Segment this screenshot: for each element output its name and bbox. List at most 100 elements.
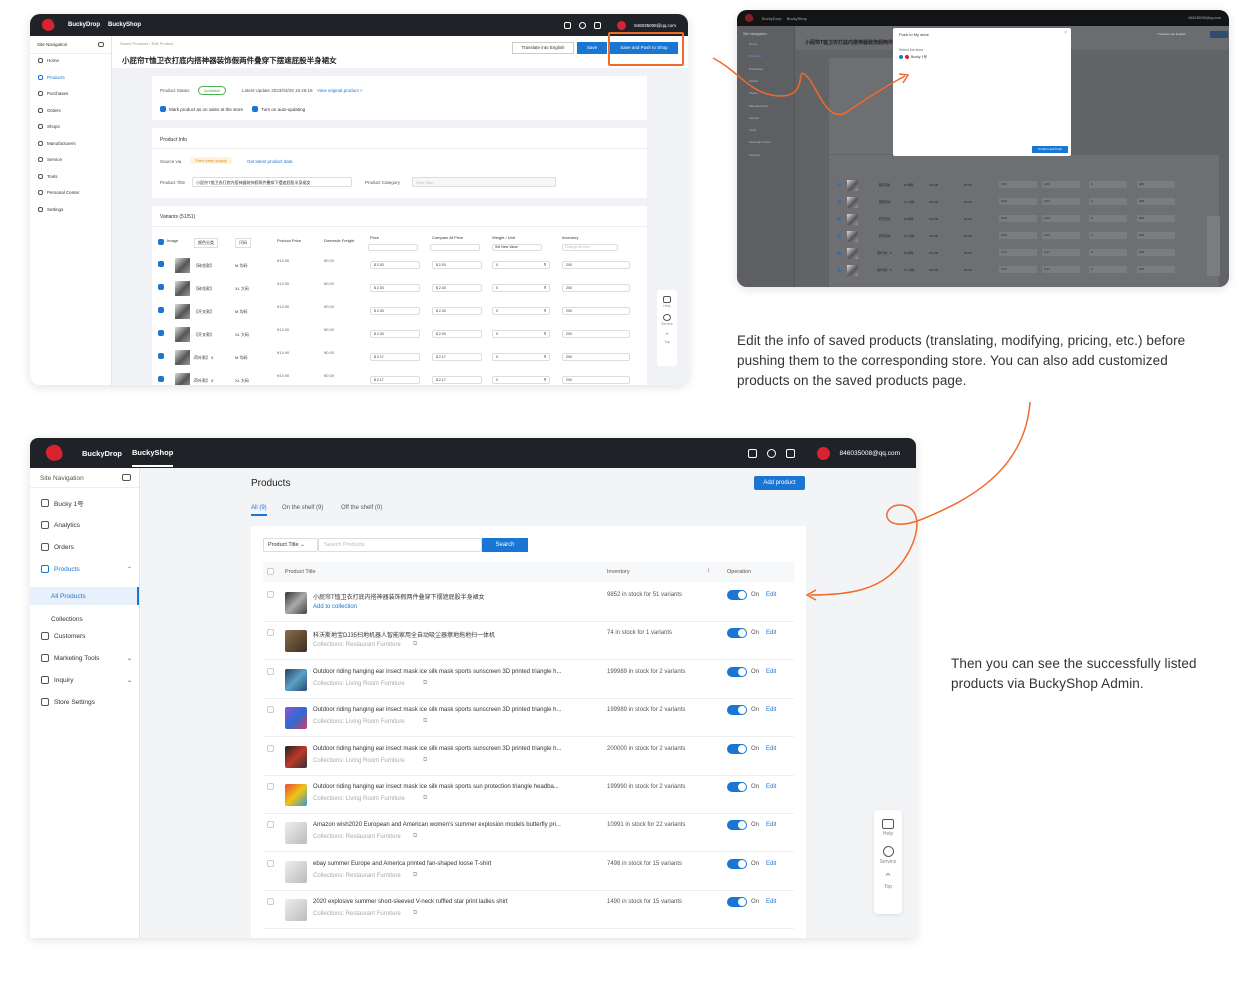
help-label[interactable]: Help <box>657 304 677 308</box>
shelf-toggle[interactable] <box>727 820 747 831</box>
weight-input[interactable]: 0 <box>492 353 550 361</box>
compare-price-select[interactable] <box>430 244 480 251</box>
shelf-toggle[interactable] <box>727 858 747 869</box>
store-selector[interactable]: Bucky 1号 <box>41 498 84 508</box>
product-title[interactable]: ebay summer Europe and America printed f… <box>313 861 491 867</box>
headset-icon[interactable] <box>882 846 894 857</box>
book-icon[interactable] <box>882 819 894 829</box>
table-row[interactable]: 2020 explosive summer short-sleeved V-ne… <box>263 891 794 930</box>
help-label[interactable]: Help <box>874 831 902 837</box>
service-label[interactable]: Service <box>657 322 677 326</box>
external-link-icon[interactable]: ⧉ <box>423 718 427 725</box>
add-collection-link[interactable]: Add to collection <box>313 604 357 610</box>
bell-icon[interactable] <box>785 448 795 458</box>
shelf-toggle[interactable] <box>727 897 747 908</box>
col-title[interactable]: Product Title <box>285 569 316 575</box>
shelf-toggle[interactable] <box>727 628 747 639</box>
edit-link[interactable]: Edit <box>766 707 776 713</box>
sidebar-item-home[interactable]: Home <box>38 58 59 63</box>
sidebar-item-personal-center[interactable]: Personal Center <box>38 190 80 195</box>
select-all-checkbox[interactable] <box>158 239 164 245</box>
price-input[interactable]: $ 2.03 <box>370 261 420 269</box>
edit-link[interactable]: Edit <box>766 669 776 675</box>
inventory-input[interactable]: 200 <box>562 353 630 361</box>
top-label[interactable]: Top <box>874 884 902 890</box>
notepad-icon[interactable] <box>564 21 572 29</box>
table-row[interactable]: Outdoor riding hanging ear insect mask i… <box>263 699 794 738</box>
book-icon[interactable] <box>663 296 671 303</box>
search-input[interactable]: Search Products <box>318 538 482 552</box>
top-chevron-icon[interactable]: ⌃ <box>874 871 902 884</box>
sort-icon[interactable]: ↕ <box>707 568 710 574</box>
product-title[interactable]: Outdoor riding hanging ear insect mask i… <box>313 707 561 713</box>
bell-icon[interactable] <box>594 21 602 29</box>
compare-price-input[interactable]: $ 2.03 <box>432 307 482 315</box>
mark-sales-checkbox[interactable] <box>160 106 166 112</box>
edit-link[interactable]: Edit <box>766 746 776 752</box>
shelf-toggle[interactable] <box>727 666 747 677</box>
sidebar-item-products[interactable]: Products <box>38 74 65 80</box>
menu-collapse-icon[interactable] <box>98 42 104 47</box>
row-checkbox[interactable] <box>158 284 164 290</box>
inventory-input[interactable]: 200 <box>562 284 630 292</box>
help-icon[interactable] <box>766 448 776 458</box>
row-checkbox[interactable] <box>267 706 274 714</box>
store-checkbox[interactable] <box>899 55 903 59</box>
search-button[interactable]: Search <box>482 538 528 552</box>
weight-input[interactable]: 0 <box>492 261 550 269</box>
edit-link[interactable]: Edit <box>766 822 776 828</box>
breadcrumb-saved[interactable]: Saved Products <box>120 41 148 46</box>
sidebar-item-inquiry[interactable]: Inquiry ⌄ <box>41 676 132 684</box>
inventory-change-select[interactable]: Change all Inve... <box>562 244 618 251</box>
external-link-icon[interactable]: ⧉ <box>413 641 417 648</box>
inventory-input[interactable]: 200 <box>562 376 630 384</box>
row-checkbox[interactable] <box>158 330 164 336</box>
sidebar-item-marketing-tools[interactable]: Marketing Tools ⌄ <box>41 654 132 662</box>
shelf-toggle[interactable] <box>727 705 747 716</box>
save-button[interactable]: Save <box>577 42 607 54</box>
sidebar-item-all-products[interactable]: All Products <box>30 587 139 605</box>
sidebar-item-tools[interactable]: Tools <box>38 173 58 179</box>
edit-link[interactable]: Edit <box>766 899 776 905</box>
row-checkbox[interactable] <box>267 783 274 790</box>
external-link-icon[interactable]: ⧉ <box>423 757 427 764</box>
shelf-toggle[interactable] <box>727 590 747 600</box>
sidebar-item-orders[interactable]: Orders <box>38 107 61 113</box>
price-input[interactable]: $ 2.17 <box>370 353 420 361</box>
price-input[interactable]: $ 2.03 <box>370 307 420 315</box>
auto-update-checkbox[interactable] <box>252 106 258 112</box>
close-icon[interactable]: × <box>1064 30 1067 36</box>
service-label[interactable]: Service <box>874 859 902 865</box>
brand-buckydrop[interactable]: BuckyDrop <box>68 22 100 28</box>
tab-on-the-shelf-9[interactable]: On the shelf (9) <box>282 505 323 511</box>
row-checkbox[interactable] <box>158 376 164 382</box>
sidebar-item-orders[interactable]: Orders <box>41 543 74 551</box>
product-title[interactable]: 2020 explosive summer short-sleeved V-ne… <box>313 899 508 905</box>
product-title[interactable]: Outdoor riding hanging ear insect mask i… <box>313 784 559 790</box>
table-row[interactable]: Amazon wish2020 European and American wo… <box>263 814 794 853</box>
weight-input[interactable]: 0 <box>492 307 550 315</box>
weight-input[interactable]: 0 <box>492 330 550 338</box>
edit-link[interactable]: Edit <box>766 784 776 790</box>
weight-set-select[interactable]: Set New Value <box>492 244 542 251</box>
tab-all-9[interactable]: All (9) <box>251 505 267 516</box>
sidebar-item-collections[interactable]: Collections <box>30 610 139 628</box>
menu-collapse-icon[interactable] <box>122 474 131 481</box>
get-latest-link[interactable]: Get latest product data <box>247 159 293 164</box>
compare-price-input[interactable]: $ 2.03 <box>432 330 482 338</box>
edit-link[interactable]: Edit <box>766 861 776 867</box>
brand-buckyshop[interactable]: BuckyShop <box>108 22 141 28</box>
sidebar-item-manufacturers[interactable]: Manufacturers <box>38 140 76 146</box>
product-title[interactable]: 小屁帘T恤卫衣打底内搭神器装饰假两件叠穿下摆遮屁股半身裙女 <box>313 592 485 601</box>
row-checkbox[interactable] <box>158 307 164 313</box>
price-input[interactable]: $ 2.03 <box>370 330 420 338</box>
avatar[interactable] <box>814 444 832 462</box>
filter-select[interactable]: Product Title ⌄ <box>263 538 318 552</box>
table-row[interactable]: Outdoor riding hanging ear insect mask i… <box>263 661 794 699</box>
avatar[interactable] <box>615 19 628 31</box>
sidebar-item-store-settings[interactable]: Store Settings <box>41 698 95 706</box>
product-title[interactable]: Outdoor riding hanging ear insect mask i… <box>313 746 561 752</box>
price-input[interactable]: $ 2.17 <box>370 376 420 384</box>
table-row[interactable]: Outdoor riding hanging ear insect mask i… <box>263 776 794 814</box>
weight-input[interactable]: 0 <box>492 284 550 292</box>
